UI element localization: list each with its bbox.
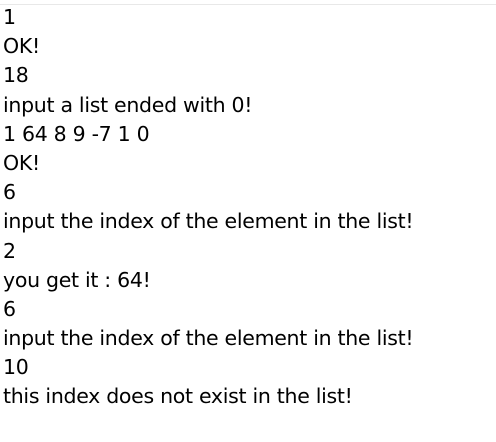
console-line: 2 [3, 238, 16, 263]
console-line: OK! [3, 34, 40, 59]
console-line: OK! [3, 150, 40, 175]
console-line: input the index of the element in the li… [3, 326, 414, 351]
console-line: 18 [3, 63, 29, 88]
console-line: 1 64 8 9 -7 1 0 [3, 121, 150, 146]
console-line: you get it : 64! [3, 267, 151, 292]
console-line: input the index of the element in the li… [3, 209, 414, 234]
console-output: 1 OK! 18 input a list ended with 0! 1 64… [3, 3, 496, 412]
console-line: 6 [3, 180, 16, 205]
console-line: 6 [3, 296, 16, 321]
console-line: 1 [3, 5, 16, 29]
console-line: input a list ended with 0! [3, 92, 253, 117]
console-line: this index does not exist in the list! [3, 384, 353, 409]
console-line: 10 [3, 355, 29, 380]
